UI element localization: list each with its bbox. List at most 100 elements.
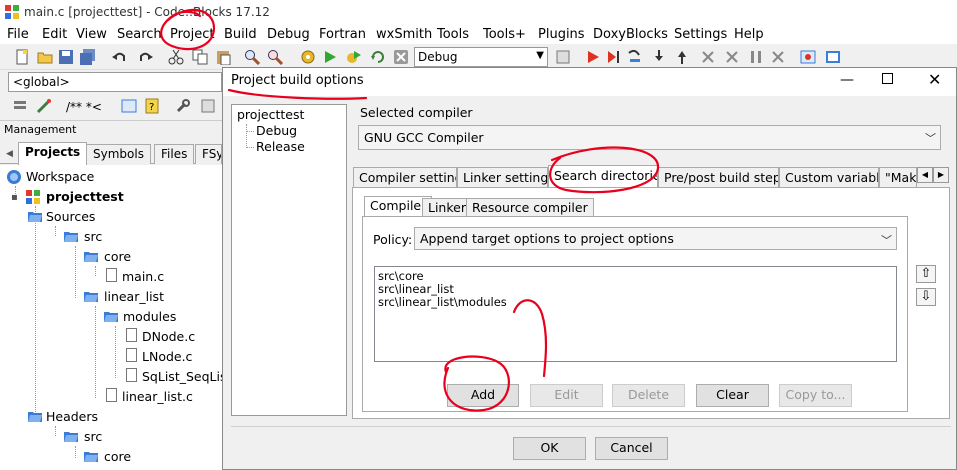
tab-custom-variables[interactable]: Custom variables: [779, 167, 879, 187]
doxywizard-icon[interactable]: [36, 98, 52, 114]
debug-windows-icon[interactable]: [800, 49, 816, 65]
tree-headers[interactable]: Headers: [46, 409, 98, 424]
find-icon[interactable]: [244, 49, 260, 65]
tree-dnode-c[interactable]: DNode.c: [142, 329, 195, 344]
ok-button[interactable]: OK: [513, 437, 586, 460]
rebuild-icon[interactable]: [370, 49, 386, 65]
undo-icon[interactable]: [111, 49, 127, 65]
policy-select[interactable]: Append target options to project options: [414, 227, 897, 250]
build-target-select[interactable]: Debug ▼: [414, 47, 548, 67]
compiler-select[interactable]: GNU GCC Compiler: [358, 125, 941, 150]
tree-src[interactable]: src: [84, 229, 102, 244]
move-up-icon[interactable]: ⇧: [916, 265, 936, 283]
directory-list[interactable]: src\core src\linear_list src\linear_list…: [374, 266, 897, 362]
tab-files[interactable]: Files: [154, 144, 195, 164]
doxy-settings-icon[interactable]: [200, 98, 216, 114]
save-all-icon[interactable]: [80, 49, 96, 65]
tree-main-c[interactable]: main.c: [122, 269, 164, 284]
clear-button[interactable]: Clear: [696, 384, 769, 407]
tree-core[interactable]: core: [104, 249, 131, 264]
tab-fsymbols[interactable]: FSy: [195, 144, 222, 164]
copy-to-button[interactable]: Copy to...: [779, 384, 852, 407]
tree-modules[interactable]: modules: [123, 309, 176, 324]
maximize-icon[interactable]: [882, 73, 893, 84]
tab-pre-post-build-steps[interactable]: Pre/post build steps: [658, 167, 779, 187]
menu-tools-plus[interactable]: Tools+: [483, 27, 526, 42]
tab-projects[interactable]: Projects: [18, 142, 88, 165]
tab-make-commands[interactable]: "Make: [879, 167, 917, 187]
move-down-icon[interactable]: ⇩: [916, 288, 936, 306]
target-release[interactable]: Release: [256, 139, 305, 154]
tabs-scroll-left-icon[interactable]: ◀: [917, 167, 933, 183]
tab-inner-linker[interactable]: Linker: [422, 198, 472, 217]
tab-linker-settings[interactable]: Linker settings: [457, 167, 548, 187]
cut-icon[interactable]: [168, 49, 184, 65]
stack-icon[interactable]: [12, 98, 28, 114]
next-instruction-icon[interactable]: [700, 49, 716, 65]
tree-linear-list[interactable]: linear_list: [104, 289, 164, 304]
tree-workspace[interactable]: Workspace: [26, 169, 94, 184]
tab-symbols[interactable]: Symbols: [86, 144, 151, 164]
menu-plugins[interactable]: Plugins: [538, 27, 585, 42]
html-help-icon[interactable]: [121, 98, 137, 114]
target-projecttest[interactable]: projecttest: [237, 107, 304, 122]
menu-wxsmith[interactable]: wxSmith: [376, 27, 432, 42]
close-icon[interactable]: ✕: [928, 70, 941, 89]
next-line-icon[interactable]: [627, 49, 643, 65]
menu-doxyblocks[interactable]: DoxyBlocks: [593, 27, 668, 42]
tab-compiler-settings[interactable]: Compiler settings: [353, 167, 457, 187]
minimize-icon[interactable]: —: [840, 72, 854, 88]
stop-debug-icon[interactable]: [770, 49, 786, 65]
menu-file[interactable]: File: [7, 27, 29, 42]
target-debug[interactable]: Debug: [256, 123, 297, 138]
menu-help[interactable]: Help: [734, 27, 764, 42]
debug-start-icon[interactable]: [585, 49, 601, 65]
tab-search-directories[interactable]: Search directories: [548, 165, 658, 188]
menu-view[interactable]: View: [76, 27, 107, 42]
collapse-icon[interactable]: ▪: [11, 192, 18, 203]
tree-sqlist-c[interactable]: SqList_SeqList: [142, 369, 222, 384]
save-icon[interactable]: [58, 49, 74, 65]
tree-linear-list-c[interactable]: linear_list.c: [122, 389, 193, 404]
tabs-scroll-right-icon[interactable]: ▶: [933, 167, 949, 183]
step-into-icon[interactable]: [651, 49, 667, 65]
menu-edit[interactable]: Edit: [42, 27, 67, 42]
directory-entry[interactable]: src\linear_list\modules: [378, 296, 893, 309]
tree-project[interactable]: projecttest: [46, 189, 124, 204]
build-and-run-icon[interactable]: [346, 49, 362, 65]
add-button[interactable]: Add: [447, 384, 519, 407]
tree-sources[interactable]: Sources: [46, 209, 95, 224]
cancel-button[interactable]: Cancel: [595, 437, 668, 460]
copy-icon[interactable]: [192, 49, 208, 65]
tab-inner-resource-compiler[interactable]: Resource compiler: [466, 198, 594, 217]
redo-icon[interactable]: [138, 49, 154, 65]
chm-help-icon[interactable]: ?: [144, 98, 160, 114]
tree-headers-core[interactable]: core: [104, 449, 131, 464]
menu-fortran[interactable]: Fortran: [319, 27, 366, 42]
menu-settings[interactable]: Settings: [674, 27, 727, 42]
info-icon[interactable]: [825, 49, 841, 65]
delete-button[interactable]: Delete: [612, 384, 685, 407]
doxy-comment-label[interactable]: /** *<: [66, 100, 102, 114]
new-file-icon[interactable]: [14, 49, 30, 65]
wrench-icon[interactable]: [175, 98, 191, 114]
menu-tools[interactable]: Tools: [437, 27, 469, 42]
menu-debug[interactable]: Debug: [267, 27, 310, 42]
paste-icon[interactable]: [215, 49, 231, 65]
pause-icon[interactable]: [748, 49, 764, 65]
debug-settings-icon[interactable]: [555, 49, 571, 65]
replace-icon[interactable]: [267, 49, 283, 65]
edit-button[interactable]: Edit: [530, 384, 603, 407]
menu-project[interactable]: Project: [170, 27, 214, 42]
step-out-icon[interactable]: [674, 49, 690, 65]
menu-search[interactable]: Search: [117, 27, 162, 42]
tree-lnode-c[interactable]: LNode.c: [142, 349, 192, 364]
run-icon[interactable]: [322, 49, 338, 65]
abort-icon[interactable]: [393, 49, 409, 65]
directory-entry[interactable]: src\core: [378, 270, 893, 283]
step-instruction-icon[interactable]: [724, 49, 740, 65]
open-file-icon[interactable]: [37, 49, 53, 65]
build-gear-icon[interactable]: [300, 49, 316, 65]
menu-build[interactable]: Build: [224, 27, 257, 42]
tab-scroll-left-icon[interactable]: ◀: [6, 149, 13, 159]
